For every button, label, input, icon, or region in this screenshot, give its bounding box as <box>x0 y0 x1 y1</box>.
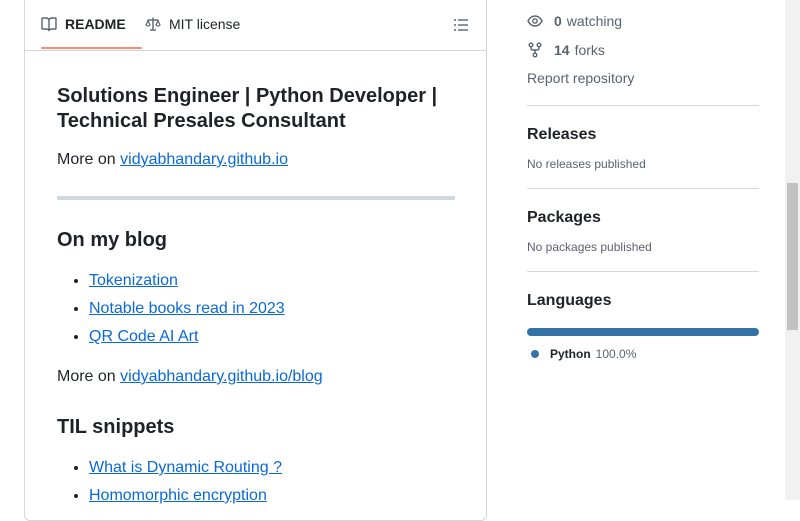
packages-status: No packages published <box>527 240 652 254</box>
tab-readme[interactable]: README <box>41 0 142 49</box>
list-item: Notable books read in 2023 <box>89 295 455 323</box>
watching-label: watching <box>566 12 623 29</box>
til-link[interactable]: What is Dynamic Routing ? <box>89 459 282 476</box>
blog-more-line: More on vidyabhandary.github.io/blog <box>57 365 455 389</box>
forks-link[interactable]: 14 forks <box>527 35 759 64</box>
list-item: Tokenization <box>89 267 455 295</box>
list-item: What is Dynamic Routing ? <box>89 454 455 482</box>
eye-icon <box>527 14 543 27</box>
law-scale-icon <box>145 17 161 31</box>
releases-heading[interactable]: Releases <box>527 126 759 144</box>
watching-link[interactable]: 0 watching <box>527 6 759 35</box>
blog-link[interactable]: vidyabhandary.github.io/blog <box>120 368 323 385</box>
site-line-prefix: More on <box>57 151 121 168</box>
releases-status: No releases published <box>527 157 646 171</box>
language-color-dot <box>531 350 539 358</box>
blog-post-link[interactable]: QR Code AI Art <box>89 328 198 345</box>
blog-list: Tokenization Notable books read in 2023 … <box>57 267 455 351</box>
sidebar-divider <box>527 271 759 272</box>
tab-license-label: MIT license <box>169 16 241 32</box>
repo-forked-icon <box>528 42 542 57</box>
til-heading: TIL snippets <box>57 416 175 438</box>
sidebar-divider <box>527 188 759 189</box>
list-item: QR Code AI Art <box>89 323 455 351</box>
packages-heading[interactable]: Packages <box>527 209 759 227</box>
language-bar <box>527 328 759 336</box>
blog-post-link[interactable]: Notable books read in 2023 <box>89 300 285 317</box>
readme-panel: README MIT license Solutions Engineer | … <box>24 0 487 521</box>
forks-count: 14 <box>554 41 570 58</box>
site-line: More on vidyabhandary.github.io <box>57 148 455 172</box>
readme-title: Solutions Engineer | Python Developer | … <box>57 85 438 132</box>
sidebar-divider <box>527 105 759 106</box>
report-repository-link[interactable]: Report repository <box>527 64 759 93</box>
page-scrollbar[interactable] <box>785 0 800 500</box>
section-divider <box>57 196 455 200</box>
languages-heading: Languages <box>527 292 612 309</box>
list-item: Homomorphic encryption <box>89 482 455 510</box>
blog-post-link[interactable]: Tokenization <box>89 272 178 289</box>
repo-sidebar: 0 watching 14 forks Report repository Re… <box>527 0 759 361</box>
language-percent: 100.0% <box>595 347 637 361</box>
outline-button[interactable] <box>452 16 470 34</box>
blog-more-prefix: More on <box>57 368 121 385</box>
readme-content: Solutions Engineer | Python Developer | … <box>57 50 455 510</box>
language-python[interactable]: Python 100.0% <box>527 347 759 361</box>
scrollbar-thumb[interactable] <box>787 183 798 330</box>
forks-label: forks <box>574 41 605 58</box>
blog-heading: On my blog <box>57 229 167 251</box>
list-unordered-icon <box>454 19 468 31</box>
site-link[interactable]: vidyabhandary.github.io <box>120 151 288 168</box>
language-name: Python <box>550 347 591 361</box>
watching-count: 0 <box>554 12 562 29</box>
readme-tabbar: README MIT license <box>25 0 486 51</box>
til-list: What is Dynamic Routing ? Homomorphic en… <box>57 454 455 510</box>
tab-readme-label: README <box>65 16 126 32</box>
book-icon <box>41 17 57 32</box>
tab-license[interactable]: MIT license <box>145 0 240 48</box>
til-link[interactable]: Homomorphic encryption <box>89 487 267 504</box>
